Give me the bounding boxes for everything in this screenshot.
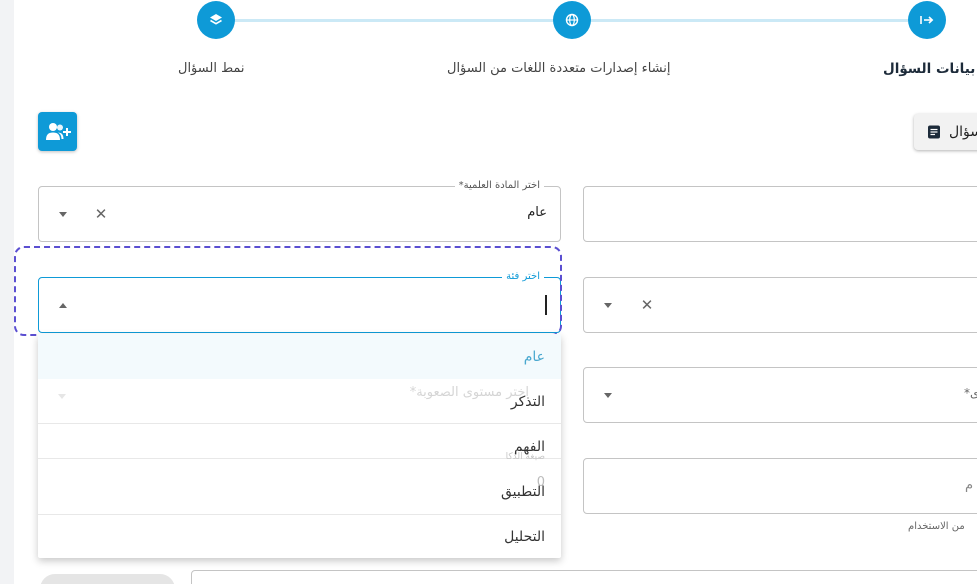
usage-hint: من الاستخدام <box>908 521 965 532</box>
focus-highlight <box>14 246 562 336</box>
divider <box>38 458 561 459</box>
ghost-digit: 0 <box>536 475 545 490</box>
add-user-icon <box>45 122 71 140</box>
doc-button-label: سؤال <box>949 124 977 140</box>
chevron-down-icon[interactable] <box>604 303 612 308</box>
right-select-2[interactable]: ✕ <box>583 277 977 333</box>
ghost-chevron-icon <box>58 394 66 399</box>
dropdown-option[interactable]: عام <box>38 334 561 379</box>
layers-icon <box>210 14 222 25</box>
right-input-4[interactable]: م <box>583 458 977 514</box>
subject-select-value: عام <box>527 205 547 220</box>
stepper-connector <box>234 19 554 22</box>
bottom-button[interactable] <box>40 574 175 584</box>
ghost-small-label: صيغة الذكا <box>505 452 545 462</box>
chevron-down-icon[interactable] <box>604 393 612 398</box>
dropdown-option[interactable]: التحليل <box>38 514 561 558</box>
arrow-right-to-bar-icon <box>920 16 934 24</box>
step-label-question-data: بيانات السؤال <box>883 61 976 77</box>
bottom-input[interactable] <box>191 570 977 584</box>
clear-icon[interactable]: ✕ <box>640 298 654 313</box>
dropdown-option[interactable]: الفهم <box>38 424 561 469</box>
right-input-4-text: م <box>965 478 974 493</box>
divider <box>38 514 561 515</box>
clear-icon[interactable]: ✕ <box>94 207 108 222</box>
stepper-connector <box>590 19 908 22</box>
ghost-difficulty-label: اختر مستوى الصعوبة* <box>409 385 529 400</box>
right-select-3-label: ى* <box>964 386 977 400</box>
document-icon <box>928 125 940 139</box>
divider <box>38 423 561 424</box>
right-select-3[interactable]: ى* <box>583 367 977 423</box>
question-doc-button[interactable]: سؤال <box>914 114 977 150</box>
step-question-data[interactable] <box>908 1 946 39</box>
step-multilingual[interactable] <box>553 1 591 39</box>
left-sidebar-strip <box>0 0 14 584</box>
chevron-down-icon[interactable] <box>59 212 67 217</box>
step-label-multilingual: إنشاء إصدارات متعددة اللغات من السؤال <box>447 61 671 76</box>
subject-select-label: اختر المادة العلمية* <box>454 179 544 193</box>
step-label-question-type: نمط السؤال <box>178 61 245 76</box>
category-dropdown: عام التذكر الفهم التطبيق التحليل اختر مس… <box>38 334 561 558</box>
add-user-button[interactable] <box>38 112 77 151</box>
subject-select[interactable]: اختر المادة العلمية* عام ✕ <box>38 179 561 242</box>
globe-icon <box>565 13 579 27</box>
dropdown-option[interactable]: التطبيق <box>38 469 561 514</box>
step-question-type[interactable] <box>197 1 235 39</box>
right-text-field[interactable] <box>583 186 977 242</box>
